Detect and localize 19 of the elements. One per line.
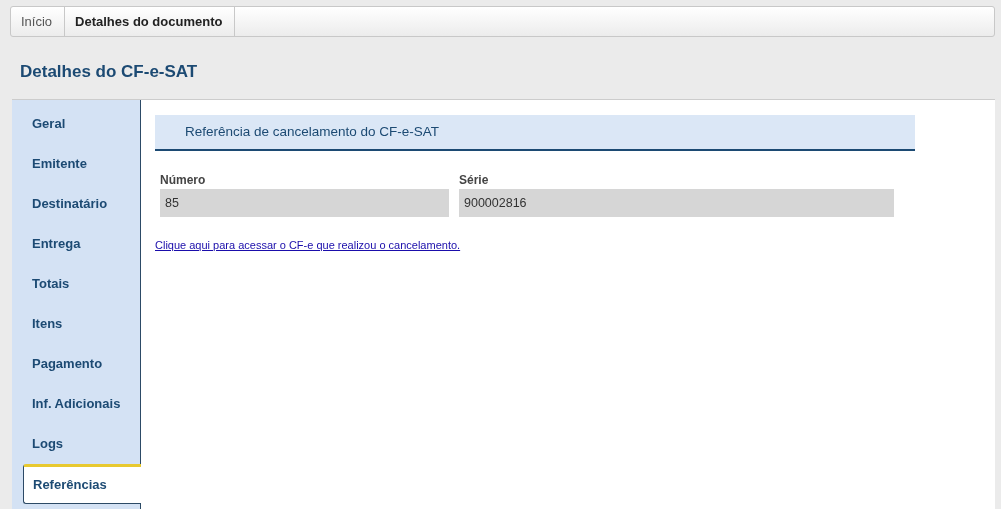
field-label: Série (459, 172, 490, 189)
sidebar-tab[interactable]: Emitente (12, 144, 140, 184)
sidebar-tab[interactable]: Totais (12, 264, 140, 304)
sidebar-tab[interactable]: Logs (12, 424, 140, 464)
sidebar-tab[interactable]: Destinatário (12, 184, 140, 224)
breadcrumb-link[interactable]: Início (11, 7, 66, 36)
sidebar-tab[interactable]: Geral (12, 104, 140, 144)
sidebar-tab[interactable]: Itens (12, 304, 140, 344)
cancel-document-link[interactable]: Clique aqui para acessar o CF-e que realizou o cancelamento. (155, 237, 461, 254)
sidebar-tab[interactable]: Entrega (12, 224, 140, 264)
sidebar-tab[interactable]: Referências (23, 464, 141, 504)
readonly-field: 900002816 (459, 189, 894, 217)
sidebar-tab[interactable]: Inf. Adicionais (12, 384, 140, 424)
section-header: Referência de cancelamento do CF-e-SAT (155, 115, 915, 151)
page-title: Detalhes do CF-e-SAT (20, 61, 199, 83)
breadcrumb-link[interactable]: Detalhes do documento (65, 7, 236, 36)
field-label: Número (160, 172, 207, 189)
readonly-field: 85 (160, 189, 449, 217)
sidebar-tab[interactable]: Pagamento (12, 344, 140, 384)
